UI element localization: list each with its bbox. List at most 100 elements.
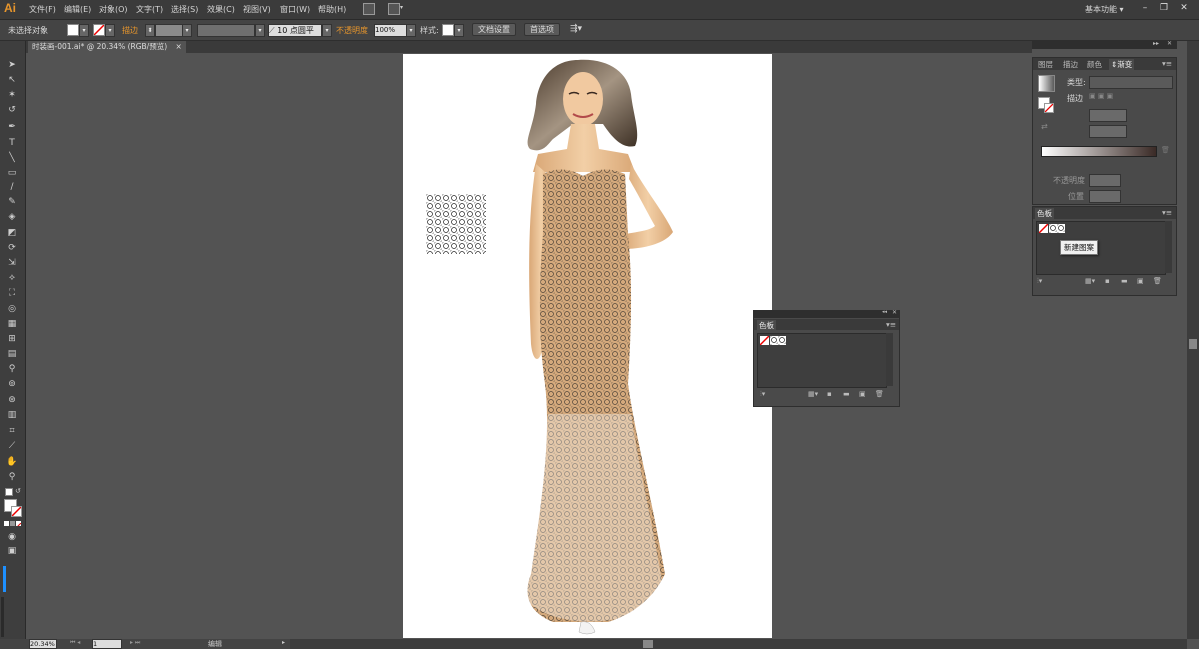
panel-header[interactable]: ◂◂ ✕ <box>754 309 899 318</box>
close-tab-icon[interactable]: × <box>176 42 182 51</box>
swatch-options-icon[interactable]: ▪ <box>827 390 832 398</box>
shape-builder-tool-icon[interactable]: ◎ <box>5 303 19 315</box>
opacity-field[interactable]: 100% <box>374 24 407 37</box>
tab-stroke[interactable]: 描边 <box>1063 59 1078 70</box>
swatch-scrollbar[interactable] <box>1165 221 1172 273</box>
blend-tool-icon[interactable]: ⊚ <box>5 378 19 390</box>
stroke-swatch[interactable] <box>93 24 105 36</box>
lasso-tool-icon[interactable]: ↺ <box>5 104 19 116</box>
new-color-group-icon[interactable]: ▬ <box>843 390 850 398</box>
panel-menu-icon[interactable]: ▾≡ <box>1162 208 1172 217</box>
vertical-scrollbar[interactable] <box>1187 41 1199 639</box>
fill-swatch[interactable] <box>67 24 79 36</box>
chevron-down-icon[interactable]: ▾ <box>79 24 89 37</box>
chevron-down-icon[interactable]: ▾ <box>322 24 332 37</box>
stroke-none-icon[interactable] <box>1044 103 1054 113</box>
default-colors-icon[interactable] <box>5 488 13 496</box>
gradient-type-select[interactable] <box>1089 76 1173 89</box>
lace-pattern-swatch[interactable] <box>1049 224 1065 233</box>
delete-swatch-icon[interactable]: 🗑 <box>1153 277 1162 285</box>
show-kinds-icon[interactable]: ▦▾ <box>1085 277 1095 285</box>
collapse-icon[interactable]: ◂◂ <box>882 309 887 315</box>
none-mode-icon[interactable] <box>16 521 21 526</box>
symbol-sprayer-tool-icon[interactable]: ⊛ <box>5 394 19 406</box>
artboard[interactable] <box>403 54 772 638</box>
eyedropper-tool-icon[interactable]: ⚲ <box>5 363 19 375</box>
draw-mode-icon[interactable]: ◉ <box>5 531 19 543</box>
arrange-documents-icon[interactable] <box>388 3 400 15</box>
minimize-button[interactable]: – <box>1138 2 1152 15</box>
stroke-color-icon[interactable] <box>11 506 22 517</box>
tab-layers[interactable]: 图层 <box>1038 59 1053 70</box>
menu-window[interactable]: 窗口(W) <box>280 4 310 15</box>
close-icon[interactable]: ✕ <box>892 309 897 316</box>
chevron-down-icon[interactable]: ▾ <box>182 24 192 37</box>
menu-type[interactable]: 文字(T) <box>136 4 163 15</box>
new-swatch-icon[interactable]: ▣ <box>859 390 866 398</box>
variable-width-profile[interactable] <box>197 24 255 37</box>
brush-definition[interactable]: ⟋ 10 点圆平 <box>268 24 322 37</box>
scale-tool-icon[interactable]: ⇲ <box>5 257 19 269</box>
screen-mode-icon[interactable]: ▣ <box>5 545 19 557</box>
reverse-gradient-icon[interactable]: ⇄ <box>1041 122 1048 131</box>
rotate-tool-icon[interactable]: ⟳ <box>5 242 19 254</box>
width-tool-icon[interactable]: ⟡ <box>5 272 19 284</box>
stroke-weight-field[interactable] <box>155 24 183 37</box>
chevron-down-icon[interactable]: ▾ <box>400 4 403 11</box>
none-swatch[interactable] <box>760 336 769 345</box>
free-transform-tool-icon[interactable]: ⛶ <box>5 287 19 299</box>
new-color-group-icon[interactable]: ▬ <box>1121 277 1128 285</box>
swatch-list[interactable] <box>757 333 887 388</box>
menu-object[interactable]: 对象(O) <box>99 4 128 15</box>
panel-menu-icon[interactable]: ▾≡ <box>1162 59 1172 68</box>
delete-stop-icon[interactable]: 🗑 <box>1161 146 1170 154</box>
vertical-scroll-thumb[interactable] <box>1189 339 1197 349</box>
selection-tool-icon[interactable]: ➤ <box>5 59 19 71</box>
horizontal-scrollbar[interactable] <box>290 639 1187 649</box>
aspect-ratio-field[interactable] <box>1089 125 1127 138</box>
new-swatch-icon[interactable]: ▣ <box>1137 277 1144 285</box>
perspective-grid-tool-icon[interactable]: ▦ <box>5 318 19 330</box>
line-tool-icon[interactable]: ╲ <box>5 152 19 164</box>
menu-help[interactable]: 帮助(H) <box>318 4 346 15</box>
swap-colors-icon[interactable]: ↺ <box>15 487 21 495</box>
column-graph-tool-icon[interactable]: ▥ <box>5 409 19 421</box>
document-setup-button[interactable]: 文档设置 <box>472 23 516 36</box>
menu-edit[interactable]: 编辑(E) <box>64 4 91 15</box>
magic-wand-tool-icon[interactable]: ✶ <box>5 89 19 101</box>
document-tab[interactable]: 时装画-001.ai* @ 20.34% (RGB/预览) × <box>28 41 186 53</box>
swatch-libraries-icon[interactable]: ⫶▾ <box>760 390 765 399</box>
artboard-nav-next-icon[interactable]: ▸ ⏭ <box>130 639 140 647</box>
slice-tool-icon[interactable]: ⟋ <box>5 440 19 452</box>
artboard-number-field[interactable]: 1 <box>92 639 122 649</box>
status-mode[interactable]: 编辑 <box>208 639 222 649</box>
hand-tool-icon[interactable]: ✋ <box>5 456 19 468</box>
tab-gradient[interactable]: ⇕渐变 <box>1109 59 1135 70</box>
delete-swatch-icon[interactable]: 🗑 <box>875 390 884 398</box>
mesh-tool-icon[interactable]: ⊞ <box>5 333 19 345</box>
lace-pattern-swatch[interactable] <box>770 336 786 345</box>
tab-color[interactable]: 颜色 <box>1087 59 1102 70</box>
pen-tool-icon[interactable]: ✒ <box>5 121 19 133</box>
toolbar-grip[interactable] <box>1 597 4 637</box>
horizontal-scroll-thumb[interactable] <box>643 640 653 648</box>
swatch-options-icon[interactable]: ▪ <box>1105 277 1110 285</box>
gradient-mode-icon[interactable] <box>10 521 15 526</box>
artboard-tool-icon[interactable]: ⌗ <box>5 425 19 437</box>
artboard-nav-first-icon[interactable]: ⏮ ◂ <box>70 639 80 647</box>
chevron-down-icon[interactable]: ▾ <box>454 24 464 37</box>
gradient-preview[interactable] <box>1038 75 1055 92</box>
zoom-field[interactable]: 20.34% <box>29 639 57 649</box>
eraser-tool-icon[interactable]: ◩ <box>5 227 19 239</box>
chevron-down-icon[interactable]: ▾ <box>105 24 115 37</box>
swatch-list[interactable] <box>1036 221 1166 275</box>
menu-effect[interactable]: 效果(C) <box>207 4 235 15</box>
collapse-icon[interactable]: ▸▸ <box>1153 40 1159 47</box>
pencil-tool-icon[interactable]: ✎ <box>5 196 19 208</box>
opacity-label[interactable]: 不透明度 <box>336 25 368 36</box>
preferences-button[interactable]: 首选项 <box>524 23 560 36</box>
type-tool-icon[interactable]: T <box>5 137 19 149</box>
tab-swatches[interactable]: 色板 <box>757 320 776 331</box>
close-window-button[interactable]: ✕ <box>1177 2 1191 15</box>
menu-select[interactable]: 选择(S) <box>171 4 198 15</box>
